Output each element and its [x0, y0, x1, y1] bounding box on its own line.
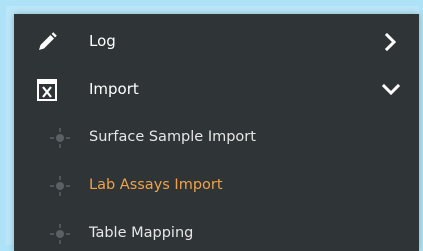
crosshair-dot-icon [49, 223, 71, 245]
menu-item-import[interactable]: Import [14, 66, 419, 114]
submenu-item-label: Table Mapping [89, 225, 194, 241]
crosshair-dot-icon [49, 127, 71, 149]
submenu-item-label: Surface Sample Import [89, 129, 256, 145]
side-menu: Log Import Surface Sample Import Lab Ass… [14, 14, 419, 251]
submenu-item-surface-sample-import[interactable]: Surface Sample Import [14, 114, 419, 162]
excel-x-icon [36, 79, 58, 101]
crosshair-dot-icon [49, 175, 71, 197]
menu-item-label: Import [89, 80, 139, 98]
submenu-item-lab-assays-import[interactable]: Lab Assays Import [14, 162, 419, 210]
chevron-right-icon[interactable] [381, 32, 401, 52]
submenu-item-label: Lab Assays Import [89, 177, 223, 193]
pencil-icon [36, 31, 58, 53]
submenu-item-table-mapping[interactable]: Table Mapping [14, 210, 419, 251]
menu-item-log[interactable]: Log [14, 18, 419, 66]
menu-item-label: Log [89, 32, 116, 50]
chevron-down-icon[interactable] [381, 80, 401, 100]
